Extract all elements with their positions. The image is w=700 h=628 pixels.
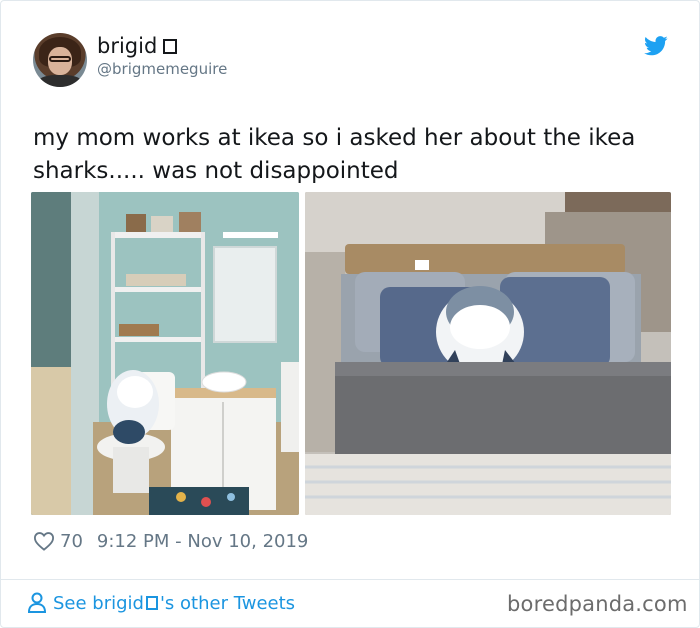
tweet-photo-bathroom[interactable] xyxy=(31,192,299,515)
missing-glyph-box xyxy=(163,39,178,54)
tweet-photo-bedroom[interactable] xyxy=(305,192,671,515)
avatar-glasses xyxy=(49,56,71,62)
author-handle[interactable]: @brigmemeguire xyxy=(97,60,227,78)
bedroom-illustration xyxy=(305,192,671,515)
see-other-tweets-suffix[interactable]: 's other Tweets xyxy=(160,593,295,614)
author-name[interactable]: brigid xyxy=(97,33,178,59)
like-count[interactable]: 70 xyxy=(60,531,83,552)
see-other-tweets-link[interactable]: See brigid 's other Tweets xyxy=(27,592,295,614)
author-name-text[interactable]: brigid xyxy=(97,34,157,58)
tweet-card: brigid @brigmemeguire my mom works at ik… xyxy=(0,0,700,628)
person-icon xyxy=(27,592,47,613)
tweet-timestamp[interactable]: 9:12 PM - Nov 10, 2019 xyxy=(97,531,308,552)
twitter-bird-icon[interactable] xyxy=(644,36,668,56)
footer-divider xyxy=(1,579,699,580)
watermark: boredpanda.com xyxy=(507,592,688,616)
heart-icon[interactable] xyxy=(33,531,55,551)
tweet-text: my mom works at ikea so i asked her abou… xyxy=(33,125,636,184)
bathroom-illustration xyxy=(31,192,299,515)
avatar[interactable] xyxy=(33,33,87,87)
avatar-shirt xyxy=(37,75,83,87)
missing-glyph-box xyxy=(145,596,158,610)
tweet-meta: 70 9:12 PM - Nov 10, 2019 xyxy=(33,529,308,553)
see-other-tweets-prefix[interactable]: See brigid xyxy=(53,593,144,614)
